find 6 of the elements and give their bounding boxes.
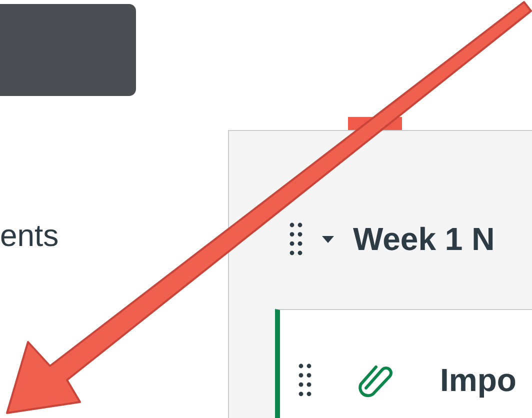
item-title[interactable]: Impo: [440, 362, 516, 399]
nav-link[interactable]: ents: [0, 218, 59, 253]
module-title: Week 1 N: [353, 220, 495, 258]
drag-handle-icon[interactable]: [298, 362, 312, 398]
drag-handle-icon[interactable]: [289, 221, 303, 257]
module-item[interactable]: Impo: [275, 309, 532, 418]
